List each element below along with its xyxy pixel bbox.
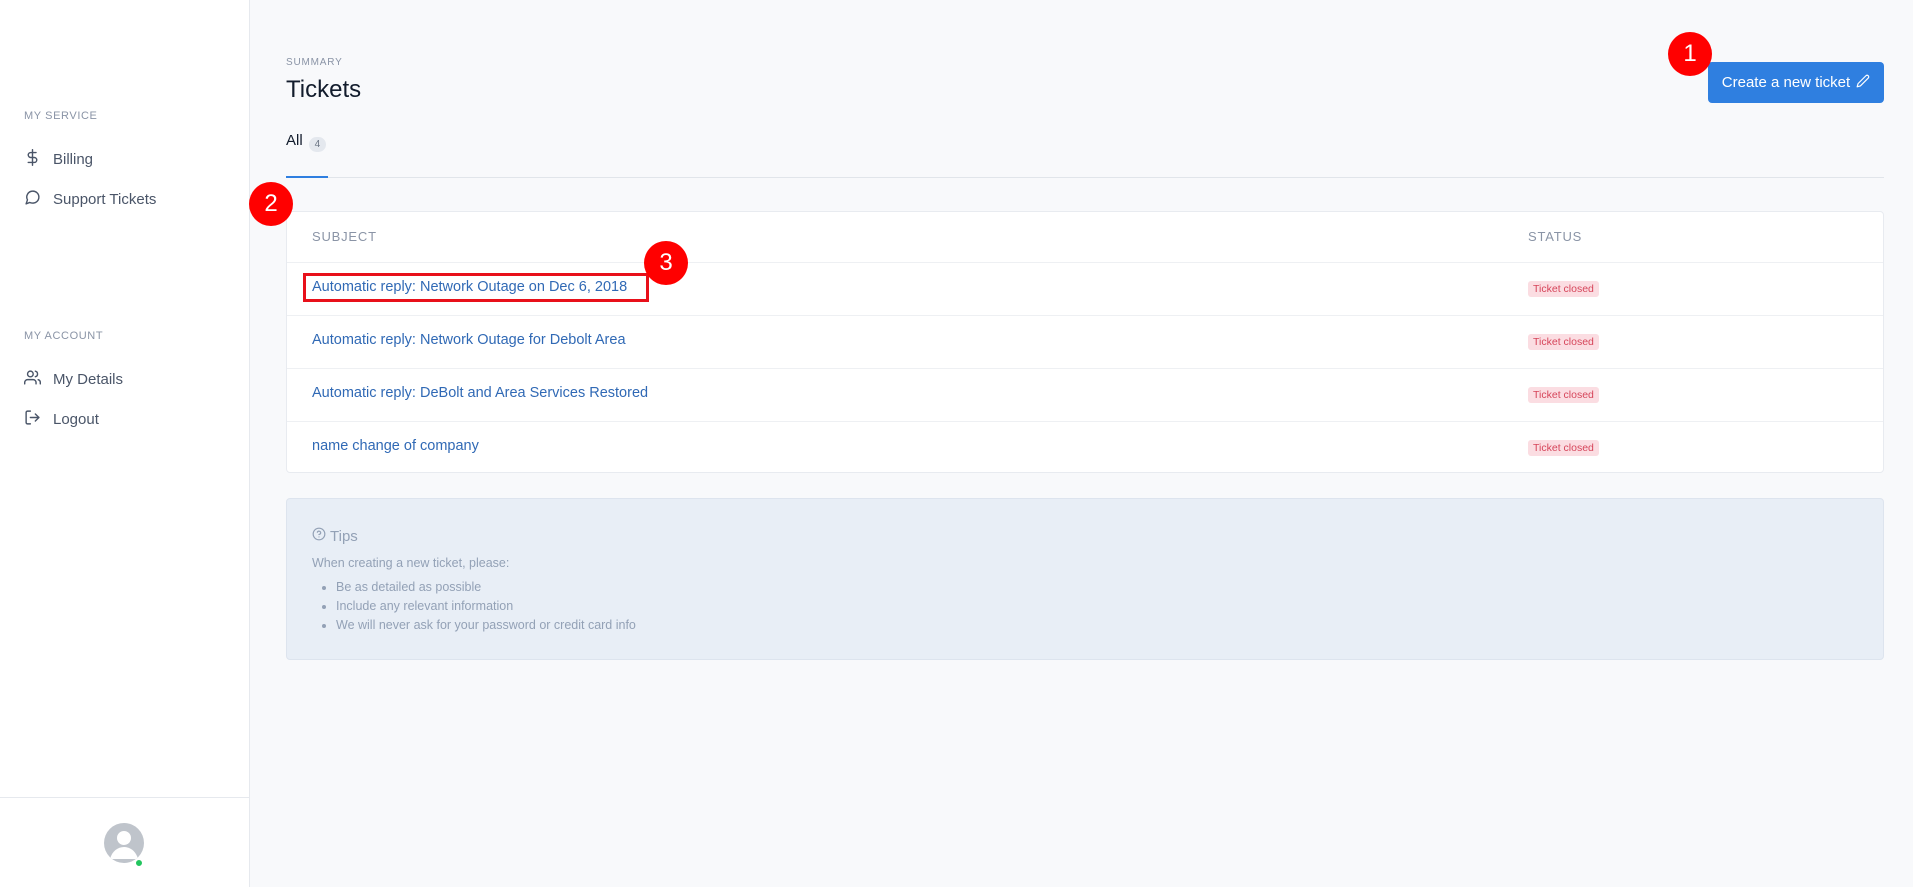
ticket-subject-link[interactable]: name change of company <box>312 438 479 454</box>
main-content: SUMMARY Tickets Create a new ticket All … <box>250 0 1913 887</box>
page-eyebrow: SUMMARY <box>286 57 343 68</box>
tips-panel: Tips When creating a new ticket, please:… <box>286 498 1884 660</box>
section-label-my-account: MY ACCOUNT <box>24 330 104 342</box>
logout-icon <box>24 409 41 430</box>
page-title: Tickets <box>286 76 362 103</box>
tips-title: Tips <box>312 527 358 545</box>
list-item: Include any relevant information <box>336 599 636 618</box>
annotation-marker-2: 2 <box>249 182 293 226</box>
section-label-my-service: MY SERVICE <box>24 110 98 122</box>
help-circle-icon <box>312 527 326 545</box>
list-item: We will never ask for your password or c… <box>336 618 636 637</box>
tab-count-badge: 4 <box>308 137 327 152</box>
sidebar-item-label: Support Tickets <box>53 190 157 208</box>
chat-bubble-icon <box>24 189 41 210</box>
list-item: Be as detailed as possible <box>336 580 636 599</box>
sidebar-item-label: Logout <box>53 410 99 428</box>
create-ticket-button[interactable]: Create a new ticket <box>1708 62 1884 103</box>
table-row: Automatic reply: DeBolt and Area Service… <box>287 368 1883 421</box>
sidebar: MY SERVICE Billing Support Tickets MY AC… <box>0 0 250 887</box>
tickets-table: SUBJECT STATUS Automatic reply: Network … <box>286 211 1884 473</box>
users-icon <box>24 369 42 390</box>
status-badge: Ticket closed <box>1528 281 1599 297</box>
avatar[interactable] <box>104 823 144 863</box>
dollar-icon <box>24 148 41 170</box>
annotation-marker-3: 3 <box>644 241 688 285</box>
tips-title-text: Tips <box>330 527 358 545</box>
sidebar-item-billing[interactable]: Billing <box>24 145 93 173</box>
tips-intro: When creating a new ticket, please: <box>312 556 510 570</box>
sidebar-footer <box>0 797 249 887</box>
sidebar-item-support-tickets[interactable]: Support Tickets <box>24 185 156 213</box>
tab-label: All <box>286 132 303 149</box>
status-badge: Ticket closed <box>1528 387 1599 403</box>
table-row: Automatic reply: Network Outage for Debo… <box>287 315 1883 368</box>
column-header-status: STATUS <box>1528 229 1583 244</box>
sidebar-item-logout[interactable]: Logout <box>24 405 99 433</box>
sidebar-item-label: Billing <box>53 150 94 168</box>
annotation-highlight-box <box>303 273 649 302</box>
tips-list: Be as detailed as possible Include any r… <box>336 580 636 637</box>
table-row: name change of company Ticket closed <box>287 421 1883 474</box>
tab-bar: All 4 <box>286 128 1884 178</box>
create-ticket-button-label: Create a new ticket <box>1721 74 1851 91</box>
pencil-icon <box>1856 74 1870 92</box>
ticket-subject-link[interactable]: Automatic reply: DeBolt and Area Service… <box>312 385 648 401</box>
status-badge: Ticket closed <box>1528 334 1599 350</box>
sidebar-item-my-details[interactable]: My Details <box>24 365 123 393</box>
ticket-subject-link[interactable]: Automatic reply: Network Outage for Debo… <box>312 332 626 348</box>
online-status-dot <box>134 858 144 868</box>
sidebar-item-label: My Details <box>53 370 124 388</box>
annotation-marker-1: 1 <box>1668 32 1712 76</box>
column-header-subject: SUBJECT <box>312 229 377 244</box>
tab-all[interactable]: All 4 <box>286 128 329 178</box>
status-badge: Ticket closed <box>1528 440 1599 456</box>
